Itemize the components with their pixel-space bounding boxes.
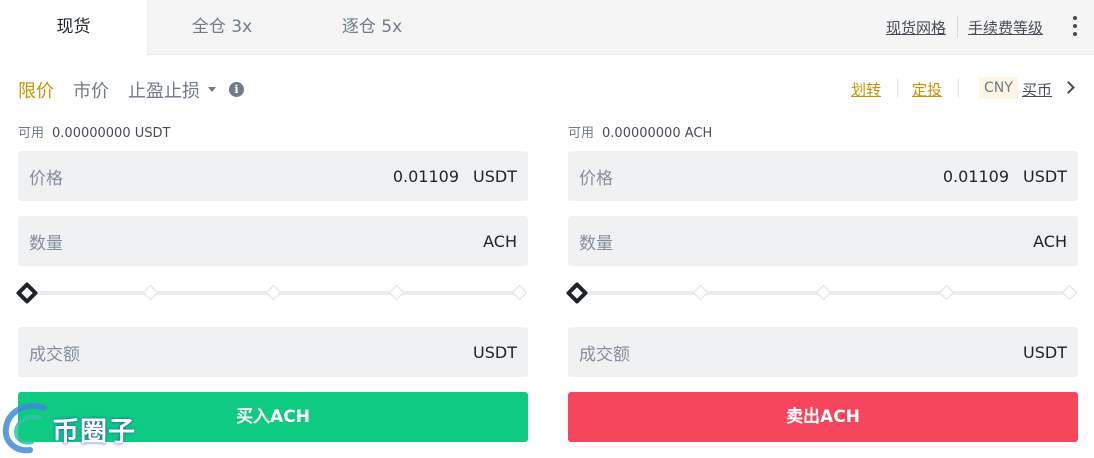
slider-tick-25[interactable] (142, 284, 159, 301)
slider-handle[interactable] (565, 281, 589, 305)
available-value: 0.00000000 USDT (52, 126, 171, 141)
quantity-label: 数量 (29, 234, 63, 254)
slider-tick-75[interactable] (938, 284, 955, 301)
total-unit: USDT (473, 343, 517, 362)
price-unit: USDT (1023, 167, 1067, 186)
available-label: 可用 (18, 126, 45, 141)
slider-tick-50[interactable] (815, 284, 832, 301)
sell-panel: 可用 0.00000000 ACH 价格 0.01109 USDT 数量 ACH … (565, 120, 1078, 450)
sell-price-input[interactable]: 价格 0.01109 USDT (568, 151, 1078, 201)
more-vertical-icon[interactable] (1066, 14, 1084, 40)
slider-tick-50[interactable] (265, 284, 282, 301)
fee-level-link[interactable]: 手续费等级 (968, 17, 1043, 38)
total-label: 成交额 (29, 345, 80, 365)
buy-total-input[interactable]: 成交额 USDT (18, 327, 528, 377)
buy-available-balance: 可用 0.00000000 USDT (18, 122, 170, 141)
caret-down-icon[interactable] (208, 87, 216, 92)
price-unit: USDT (473, 167, 517, 186)
buy-percent-slider[interactable] (15, 280, 528, 305)
quantity-label: 数量 (579, 234, 613, 254)
slider-handle[interactable] (15, 281, 39, 305)
sell-available-balance: 可用 0.00000000 ACH (568, 122, 712, 141)
buy-button[interactable]: 买入ACH (18, 392, 528, 442)
slider-tick-75[interactable] (388, 284, 405, 301)
auto-invest-link[interactable]: 定投 (912, 79, 942, 100)
divider (958, 78, 959, 98)
spot-grid-link[interactable]: 现货网格 (886, 17, 946, 38)
sell-quantity-input[interactable]: 数量 ACH (568, 216, 1078, 266)
divider (957, 16, 958, 38)
trade-mode-tabs: 现货 全仓 3x 逐仓 5x 现货网格 手续费等级 (0, 0, 1094, 56)
chevron-right-icon[interactable] (1062, 81, 1075, 94)
buy-panel: 可用 0.00000000 USDT 价格 0.01109 USDT 数量 ACH… (15, 120, 528, 450)
sell-button[interactable]: 卖出ACH (568, 392, 1078, 442)
price-value[interactable]: 0.01109 (943, 167, 1009, 186)
available-value: 0.00000000 ACH (602, 126, 713, 141)
available-label: 可用 (568, 126, 595, 141)
buy-quantity-input[interactable]: 数量 ACH (18, 216, 528, 266)
price-label: 价格 (29, 169, 63, 189)
quantity-unit: ACH (483, 232, 517, 251)
order-type-market[interactable]: 市价 (73, 77, 109, 103)
fiat-currency-badge: CNY (979, 77, 1018, 99)
total-unit: USDT (1023, 343, 1067, 362)
divider (897, 78, 898, 98)
tab-isolated-margin[interactable]: 逐仓 5x (326, 0, 418, 55)
price-label: 价格 (579, 169, 613, 189)
transfer-link[interactable]: 划转 (851, 79, 881, 100)
order-type-stop-limit[interactable]: 止盈止损 (128, 77, 200, 103)
total-label: 成交额 (579, 345, 630, 365)
sell-percent-slider[interactable] (565, 280, 1078, 305)
slider-tick-100[interactable] (511, 284, 528, 301)
quantity-unit: ACH (1033, 232, 1067, 251)
tab-cross-margin[interactable]: 全仓 3x (176, 0, 268, 55)
buy-price-input[interactable]: 价格 0.01109 USDT (18, 151, 528, 201)
buy-crypto-link[interactable]: 买币 (1022, 79, 1052, 100)
price-value[interactable]: 0.01109 (393, 167, 459, 186)
slider-tick-25[interactable] (692, 284, 709, 301)
tab-spot[interactable]: 现货 (0, 0, 148, 56)
sell-total-input[interactable]: 成交额 USDT (568, 327, 1078, 377)
slider-tick-100[interactable] (1061, 284, 1078, 301)
info-icon[interactable]: i (229, 82, 244, 97)
order-type-limit[interactable]: 限价 (18, 77, 54, 103)
